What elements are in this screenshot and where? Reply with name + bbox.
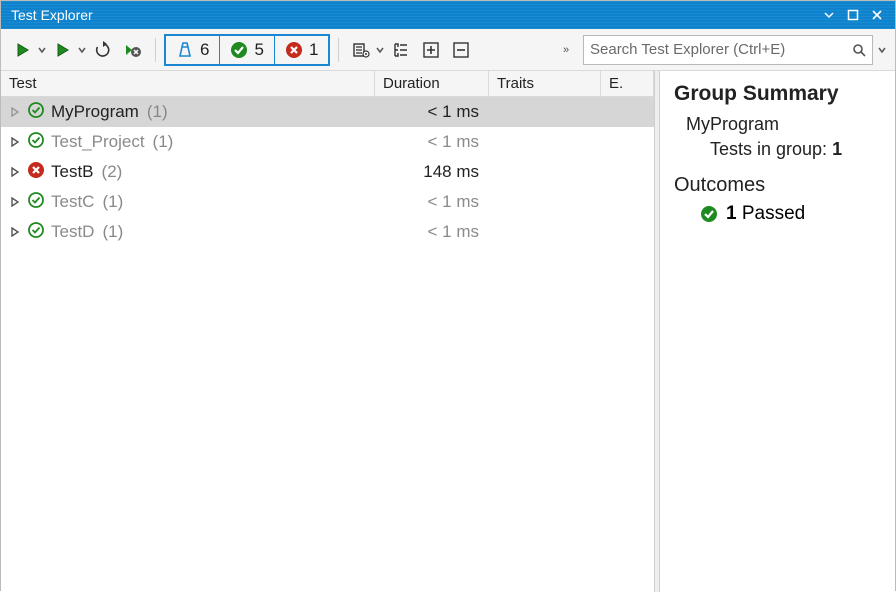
test-list-pane: Test Duration Traits E. MyProgram (1) < 1… xyxy=(1,71,655,592)
group-by-button[interactable] xyxy=(387,36,415,64)
test-name: TestC xyxy=(51,192,94,212)
column-header-duration[interactable]: Duration xyxy=(375,71,489,96)
expand-icon[interactable] xyxy=(9,137,21,147)
collapse-all-button[interactable] xyxy=(447,36,475,64)
summary-outcome-text: Passed xyxy=(742,203,805,224)
test-duration: < 1 ms xyxy=(375,102,489,122)
column-header-traits[interactable]: Traits xyxy=(489,71,601,96)
test-row[interactable]: TestD (1) < 1 ms xyxy=(1,217,654,247)
toolbar-separator xyxy=(155,38,156,62)
pass-icon xyxy=(27,221,45,244)
run-all-button[interactable] xyxy=(9,36,37,64)
run-dropdown[interactable] xyxy=(77,46,87,54)
filter-all-count: 6 xyxy=(200,40,209,60)
fail-icon xyxy=(27,161,45,184)
test-count: (2) xyxy=(102,162,123,182)
test-name: TestD xyxy=(51,222,94,242)
search-dropdown[interactable] xyxy=(877,46,887,54)
filter-failed-button[interactable]: 1 xyxy=(275,36,328,64)
run-failed-button[interactable] xyxy=(119,36,147,64)
summary-outcomes-label: Outcomes xyxy=(674,174,881,197)
filter-passed-button[interactable]: 5 xyxy=(220,36,274,64)
summary-tests-line: Tests in group: 1 xyxy=(710,139,881,160)
pass-icon xyxy=(27,191,45,214)
run-all-dropdown[interactable] xyxy=(37,46,47,54)
summary-outcome-count: 1 xyxy=(726,203,737,224)
check-circle-icon xyxy=(700,205,718,223)
column-headers: Test Duration Traits E. xyxy=(1,71,654,97)
filter-passed-count: 5 xyxy=(254,40,263,60)
summary-title: Group Summary xyxy=(674,82,881,106)
title-bar: Test Explorer xyxy=(1,1,895,29)
summary-pane: Group Summary MyProgram Tests in group: … xyxy=(660,71,895,592)
test-duration: < 1 ms xyxy=(375,222,489,242)
test-row[interactable]: Test_Project (1) < 1 ms xyxy=(1,127,654,157)
summary-outcome-row: 1 Passed xyxy=(700,203,881,225)
expand-icon[interactable] xyxy=(9,197,21,207)
window-dropdown-button[interactable] xyxy=(817,5,841,25)
column-header-error[interactable]: E. xyxy=(601,71,654,96)
test-name: Test_Project xyxy=(51,132,145,152)
filter-failed-count: 1 xyxy=(309,40,318,60)
toolbar-separator xyxy=(338,38,339,62)
test-row[interactable]: TestB (2) 148 ms xyxy=(1,157,654,187)
test-duration: < 1 ms xyxy=(375,132,489,152)
filter-all-button[interactable]: 6 xyxy=(166,36,220,64)
body: Test Duration Traits E. MyProgram (1) < 1… xyxy=(1,71,895,592)
test-name: TestB xyxy=(51,162,94,182)
close-button[interactable] xyxy=(865,5,889,25)
test-row[interactable]: TestC (1) < 1 ms xyxy=(1,187,654,217)
pass-icon xyxy=(27,101,45,124)
playlist-button[interactable] xyxy=(347,36,375,64)
maximize-button[interactable] xyxy=(841,5,865,25)
summary-tests-label: Tests in group: xyxy=(710,139,827,159)
search-box[interactable] xyxy=(583,35,873,65)
search-input[interactable] xyxy=(590,41,852,58)
summary-group-name: MyProgram xyxy=(686,114,881,135)
toolbar: 6 5 1 » xyxy=(1,29,895,71)
expand-all-button[interactable] xyxy=(417,36,445,64)
repeat-run-button[interactable] xyxy=(89,36,117,64)
test-count: (1) xyxy=(102,222,123,242)
playlist-dropdown[interactable] xyxy=(375,46,385,54)
test-rows: MyProgram (1) < 1 ms Test_Project (1) < 1 m… xyxy=(1,97,654,592)
window-title: Test Explorer xyxy=(11,7,817,23)
test-count: (1) xyxy=(153,132,174,152)
expand-icon[interactable] xyxy=(9,107,21,117)
search-icon[interactable] xyxy=(852,43,866,57)
expand-icon[interactable] xyxy=(9,167,21,177)
pass-icon xyxy=(27,131,45,154)
test-duration: 148 ms xyxy=(375,162,489,182)
toolbar-overflow-button[interactable]: » xyxy=(563,44,577,56)
column-header-test[interactable]: Test xyxy=(1,71,375,96)
expand-icon[interactable] xyxy=(9,227,21,237)
test-count: (1) xyxy=(147,102,168,122)
run-button[interactable] xyxy=(49,36,77,64)
test-row[interactable]: MyProgram (1) < 1 ms xyxy=(1,97,654,127)
test-duration: < 1 ms xyxy=(375,192,489,212)
filter-group: 6 5 1 xyxy=(164,34,330,66)
test-name: MyProgram xyxy=(51,102,139,122)
summary-tests-count: 1 xyxy=(832,139,842,159)
test-count: (1) xyxy=(102,192,123,212)
